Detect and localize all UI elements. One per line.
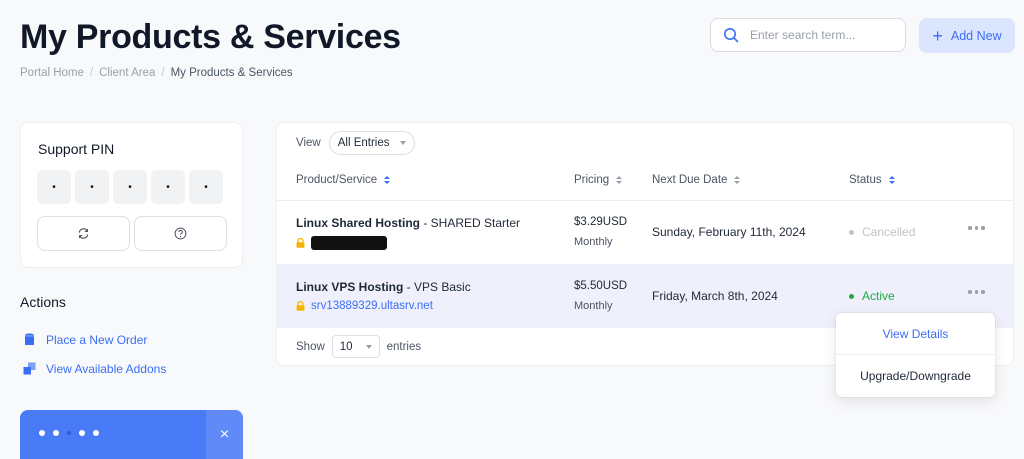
- row-actions-menu: View Details Upgrade/Downgrade: [836, 313, 995, 397]
- billing-cycle: Monthly: [574, 300, 613, 312]
- pin-help-button[interactable]: [134, 216, 227, 251]
- price: $5.50USD: [574, 280, 628, 292]
- product-name: Linux VPS Hosting - VPS Basic: [296, 280, 471, 294]
- column-header-label: Product/Service: [296, 174, 378, 186]
- product-title: Linux VPS Hosting: [296, 280, 404, 294]
- view-filter-select[interactable]: All Entries: [328, 131, 415, 155]
- column-header-pricing[interactable]: Pricing: [574, 174, 623, 186]
- entries-label: entries: [386, 340, 422, 353]
- search-box[interactable]: [710, 18, 906, 52]
- breadcrumb-current: My Products & Services: [170, 67, 293, 79]
- column-header-status[interactable]: Status: [849, 174, 895, 186]
- slider-dot-active[interactable]: [67, 431, 71, 435]
- domain-link[interactable]: srv13889329.ultasrv.net: [311, 300, 433, 312]
- addons-icon: [23, 362, 36, 375]
- product-name: Linux Shared Hosting - SHARED Starter: [296, 216, 520, 230]
- status-badge: Active: [849, 289, 895, 303]
- more-options-icon[interactable]: [968, 226, 985, 230]
- shopping-bag-icon: [25, 333, 34, 345]
- chevron-down-icon: [365, 344, 372, 349]
- promo-slider: ×: [20, 410, 243, 459]
- regenerate-pin-button[interactable]: [37, 216, 130, 251]
- place-new-order-link[interactable]: Place a New Order: [22, 332, 147, 347]
- lock-icon: [296, 301, 305, 311]
- slider-dots: [39, 430, 99, 436]
- pin-digit: •: [75, 170, 109, 204]
- next-due-date: Sunday, February 11th, 2024: [652, 225, 806, 239]
- search-input[interactable]: [750, 28, 890, 42]
- entries-per-page-value: 10: [339, 340, 353, 353]
- actions-title: Actions: [20, 294, 66, 310]
- next-due-date: Friday, March 8th, 2024: [652, 289, 778, 303]
- pin-digit: •: [113, 170, 147, 204]
- slider-dot[interactable]: [93, 430, 99, 436]
- status-dot: [849, 293, 854, 299]
- lock-icon: [296, 238, 305, 248]
- view-filter-value: All Entries: [337, 137, 390, 149]
- plus-icon: +: [932, 25, 943, 46]
- sort-icon: [616, 176, 623, 184]
- breadcrumb-separator: /: [161, 67, 165, 79]
- support-pin-title: Support PIN: [38, 141, 115, 157]
- breadcrumb-separator: /: [89, 67, 94, 79]
- product-domain: srv13889329.ultasrv.net: [296, 300, 433, 312]
- upgrade-downgrade-menu-item[interactable]: Upgrade/Downgrade: [836, 355, 995, 397]
- status-badge: Cancelled: [849, 225, 915, 239]
- table-row[interactable]: Linux Shared Hosting - SHARED Starter $3…: [277, 200, 1013, 264]
- column-header-due-date[interactable]: Next Due Date: [652, 174, 741, 186]
- pin-digit: •: [189, 170, 223, 204]
- column-header-label: Status: [849, 174, 882, 186]
- redacted-domain: [311, 236, 387, 250]
- view-addons-label: View Available Addons: [46, 361, 167, 376]
- column-header-product[interactable]: Product/Service: [296, 174, 391, 186]
- show-label: Show: [296, 340, 325, 353]
- status-label: Cancelled: [862, 225, 916, 239]
- add-new-label: Add New: [950, 28, 1002, 43]
- view-filter: View All Entries: [296, 131, 415, 155]
- pin-digit: •: [151, 170, 185, 204]
- view-label: View: [296, 137, 321, 149]
- sort-icon: [888, 176, 895, 184]
- support-pin-card: Support PIN • • • • •: [20, 122, 243, 268]
- column-header-label: Pricing: [574, 174, 610, 186]
- page-title: My Products & Services: [20, 18, 401, 56]
- product-plan: - SHARED Starter: [420, 216, 521, 230]
- help-icon: [174, 227, 187, 240]
- entries-per-page-select[interactable]: 10: [331, 335, 380, 358]
- pagination-length: Show 10 entries: [296, 335, 421, 358]
- more-options-icon[interactable]: [968, 290, 985, 294]
- price: $3.29USD: [574, 216, 628, 228]
- column-header-label: Next Due Date: [652, 174, 728, 186]
- product-plan: - VPS Basic: [403, 280, 471, 294]
- slider-dot[interactable]: [79, 430, 85, 436]
- sort-icon: [734, 176, 741, 184]
- chevron-down-icon: [399, 141, 406, 145]
- breadcrumb-portal-home[interactable]: Portal Home: [20, 67, 84, 79]
- view-details-menu-item[interactable]: View Details: [836, 313, 995, 355]
- status-dot: [849, 229, 854, 235]
- product-title: Linux Shared Hosting: [296, 216, 421, 230]
- product-domain: [296, 236, 387, 250]
- place-new-order-label: Place a New Order: [46, 332, 148, 347]
- status-label: Active: [862, 289, 895, 303]
- close-icon[interactable]: ×: [206, 410, 243, 459]
- breadcrumb-client-area[interactable]: Client Area: [99, 67, 155, 79]
- billing-cycle: Monthly: [574, 236, 613, 248]
- sort-icon: [384, 176, 391, 184]
- slider-dot[interactable]: [39, 430, 45, 436]
- view-addons-link[interactable]: View Available Addons: [22, 361, 166, 376]
- add-new-button[interactable]: + Add New: [919, 18, 1015, 53]
- refresh-icon: [78, 228, 89, 239]
- slider-dot[interactable]: [53, 430, 59, 436]
- search-icon: [724, 28, 739, 43]
- support-pin-digits: • • • • •: [37, 170, 223, 204]
- pin-digit: •: [37, 170, 71, 204]
- breadcrumb: Portal Home / Client Area / My Products …: [20, 67, 293, 79]
